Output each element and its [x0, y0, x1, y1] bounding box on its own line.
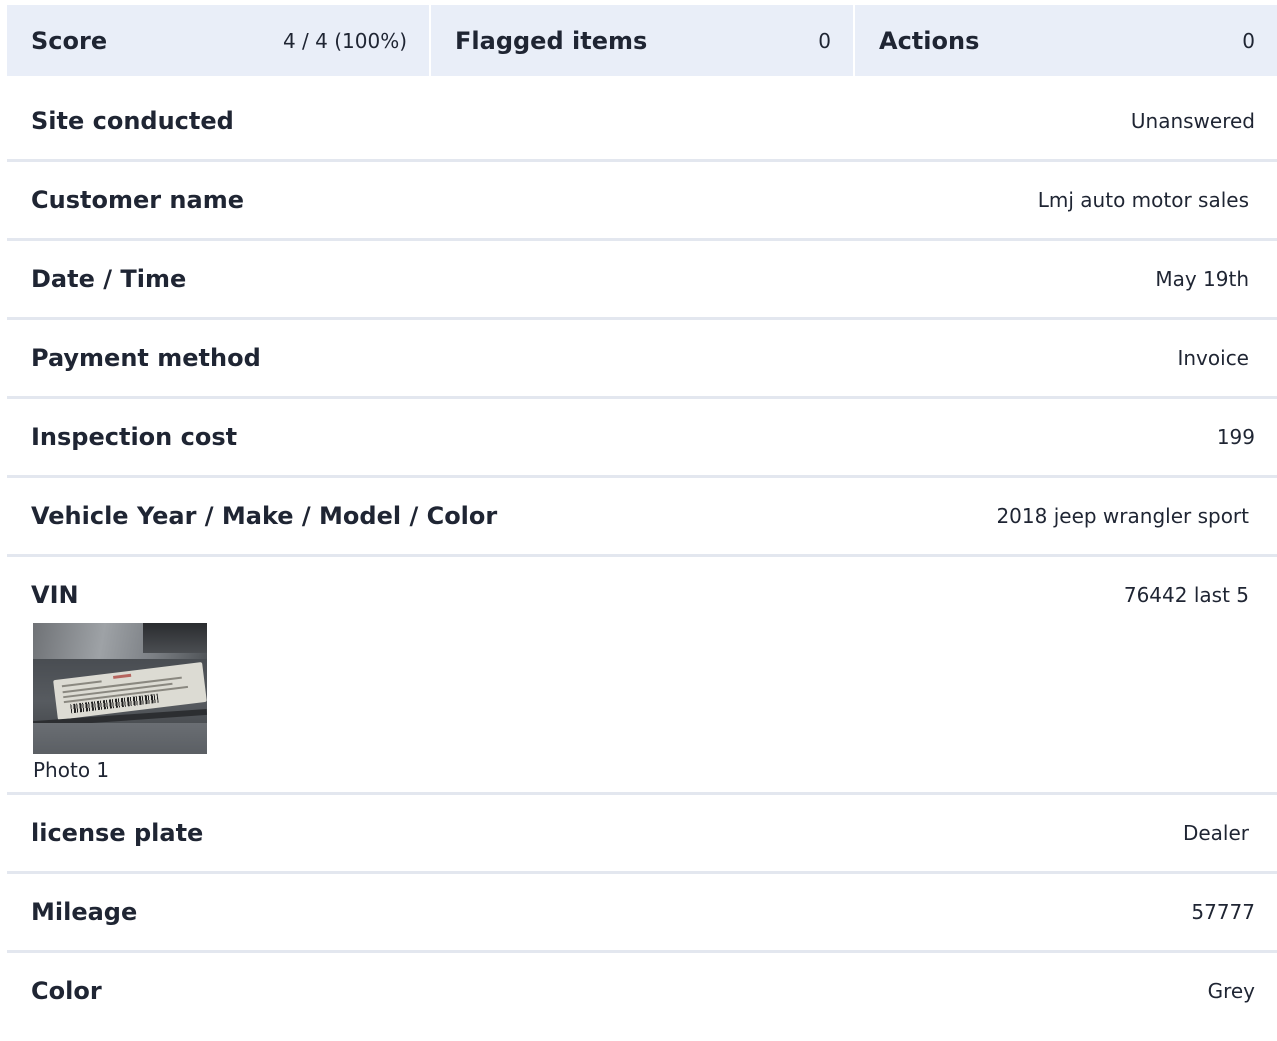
actions-value: 0: [1242, 28, 1255, 53]
photo-caption: Photo 1: [33, 758, 110, 782]
vin-photo-attachment[interactable]: Photo 1: [33, 623, 1255, 782]
field-row-site-conducted: Site conducted Unanswered: [7, 83, 1277, 162]
field-label: Payment method: [31, 344, 261, 372]
inspection-fields: Site conducted Unanswered Customer name …: [7, 83, 1277, 1029]
score-value: 4 / 4 (100%): [282, 28, 407, 53]
field-row-customer-name: Customer name Lmj auto motor sales: [7, 162, 1277, 241]
field-row-color: Color Grey: [7, 953, 1277, 1029]
field-label: Site conducted: [31, 107, 234, 135]
actions-label: Actions: [879, 26, 980, 55]
field-value: Grey: [1207, 979, 1255, 1003]
field-row-inspection-cost: Inspection cost 199: [7, 399, 1277, 478]
actions-cell: Actions 0: [855, 5, 1277, 76]
flagged-items-cell: Flagged items 0: [431, 5, 853, 76]
field-row-vin: VIN 76442 last 5 Photo 1: [7, 557, 1277, 795]
field-value: May 19th: [1155, 267, 1249, 291]
score-cell: Score 4 / 4 (100%): [7, 5, 429, 76]
field-label: Customer name: [31, 186, 244, 214]
field-value: 57777: [1191, 900, 1255, 924]
field-label: Color: [31, 977, 102, 1005]
score-label: Score: [31, 26, 108, 55]
field-row-license-plate: license plate Dealer: [7, 795, 1277, 874]
field-value: Dealer: [1182, 821, 1249, 845]
field-value: 199: [1216, 425, 1255, 449]
field-label: Date / Time: [31, 265, 187, 293]
vin-sticker-photo[interactable]: [33, 623, 207, 754]
field-row-mileage: Mileage 57777: [7, 874, 1277, 953]
field-value: Invoice: [1177, 346, 1249, 370]
field-row-date-time: Date / Time May 19th: [7, 241, 1277, 320]
field-value: Unanswered: [1130, 109, 1255, 133]
field-label: Inspection cost: [31, 423, 238, 451]
flagged-items-value: 0: [818, 28, 831, 53]
field-value: Lmj auto motor sales: [1037, 188, 1249, 212]
summary-bar: Score 4 / 4 (100%) Flagged items 0 Actio…: [7, 5, 1277, 76]
field-value: 76442 last 5: [1123, 583, 1249, 607]
field-label: Mileage: [31, 898, 138, 926]
field-row-vehicle: Vehicle Year / Make / Model / Color 2018…: [7, 478, 1277, 557]
field-label: VIN: [31, 581, 79, 609]
field-label: license plate: [31, 819, 204, 847]
field-value: 2018 jeep wrangler sport: [996, 504, 1249, 528]
flagged-items-label: Flagged items: [455, 26, 648, 55]
field-row-payment-method: Payment method Invoice: [7, 320, 1277, 399]
field-label: Vehicle Year / Make / Model / Color: [31, 502, 498, 530]
